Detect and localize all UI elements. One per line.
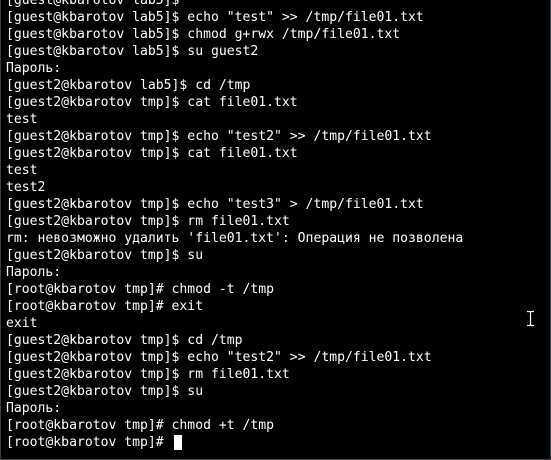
terminal-line: test [6, 112, 38, 127]
terminal-window[interactable]: [guest@kbarotov lab5]$ [guest@kbarotov l… [0, 0, 551, 460]
terminal-line: [guest2@kbarotov tmp]$ echo "test3" > /t… [6, 197, 424, 212]
terminal-line: test [6, 163, 38, 178]
text-cursor [173, 435, 182, 450]
terminal-line: [guest@kbarotov lab5]$ [6, 0, 180, 8]
terminal-line: Пароль: [6, 61, 62, 76]
terminal-line: [guest@kbarotov lab5]$ su guest2 [6, 44, 259, 59]
terminal-line: [guest@kbarotov lab5]$ chmod g+rwx /tmp/… [6, 27, 401, 42]
terminal-line: Пароль: [6, 265, 62, 280]
terminal-line: exit [6, 316, 38, 331]
terminal-line: test2 [6, 180, 46, 195]
terminal-line: [guest2@kbarotov tmp]$ echo "test2" >> /… [6, 129, 432, 144]
terminal-line: [root@kbarotov tmp]# chmod -t /tmp [6, 282, 275, 297]
terminal-output: [guest@kbarotov lab5]$ [guest@kbarotov l… [6, 0, 463, 451]
terminal-line: [guest2@kbarotov tmp]$ su [6, 384, 204, 399]
terminal-line: [root@kbarotov tmp]# exit [6, 299, 204, 314]
terminal-line: [guest2@kbarotov lab5]$ cd /tmp [6, 78, 251, 93]
terminal-line: [guest2@kbarotov tmp]$ rm file01.txt [6, 214, 290, 229]
terminal-line: [guest2@kbarotov tmp]$ cat file01.txt [6, 146, 298, 161]
terminal-line: [guest2@kbarotov tmp]$ cd /tmp [6, 333, 243, 348]
terminal-line: [guest2@kbarotov tmp]$ echo "test2" >> /… [6, 350, 432, 365]
ibeam-cursor-icon [526, 310, 535, 327]
terminal-line: [guest@kbarotov lab5]$ echo "test" >> /t… [6, 10, 424, 25]
terminal-line: rm: невозможно удалить 'file01.txt': Опе… [6, 231, 464, 246]
terminal-input-line[interactable]: [root@kbarotov tmp]# [6, 434, 463, 451]
command-prompt: [root@kbarotov tmp]# [6, 435, 172, 450]
terminal-line: [guest2@kbarotov tmp]$ su [6, 248, 204, 263]
terminal-line: [root@kbarotov tmp]# chmod +t /tmp [6, 418, 275, 433]
terminal-line: Пароль: [6, 401, 62, 416]
terminal-line: [guest2@kbarotov tmp]$ rm file01.txt [6, 367, 290, 382]
terminal-line: [guest2@kbarotov tmp]$ cat file01.txt [6, 95, 298, 110]
